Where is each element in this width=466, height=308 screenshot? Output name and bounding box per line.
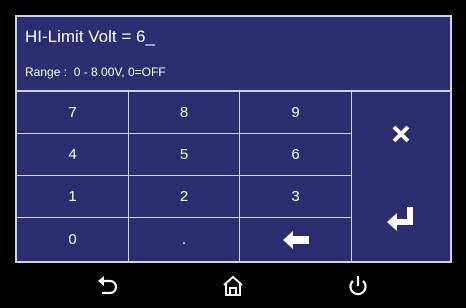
home-button[interactable] [218, 273, 248, 299]
enter-button[interactable] [352, 176, 450, 261]
key-6[interactable]: 6 [240, 134, 352, 176]
back-arrow-icon [98, 276, 118, 295]
enter-return-icon [387, 206, 413, 231]
dialog-header: HI-Limit Volt = 6_ Range : 0 - 8.00V, 0=… [17, 17, 450, 92]
home-icon [223, 275, 243, 296]
numeric-entry-dialog: HI-Limit Volt = 6_ Range : 0 - 8.00V, 0=… [15, 15, 452, 263]
key-8[interactable]: 8 [129, 92, 240, 134]
power-button[interactable] [343, 273, 373, 299]
back-button[interactable] [93, 273, 123, 299]
key-decimal[interactable]: . [129, 218, 240, 261]
key-0[interactable]: 0 [17, 218, 129, 261]
key-5[interactable]: 5 [129, 134, 240, 176]
power-icon [349, 276, 367, 296]
key-2[interactable]: 2 [129, 176, 240, 218]
clear-button[interactable] [352, 92, 450, 176]
close-x-icon [392, 125, 410, 143]
key-3[interactable]: 3 [240, 176, 352, 218]
key-1[interactable]: 1 [17, 176, 129, 218]
key-4[interactable]: 4 [17, 134, 129, 176]
bottom-navigation-bar [0, 263, 466, 308]
backspace-button[interactable] [240, 218, 352, 261]
value-display: HI-Limit Volt = 6_ [25, 27, 155, 46]
left-arrow-icon [282, 230, 309, 249]
key-7[interactable]: 7 [17, 92, 129, 134]
key-9[interactable]: 9 [240, 92, 352, 134]
numeric-keypad: 7 8 9 4 5 6 1 2 3 0 . [17, 92, 450, 261]
range-hint: Range : 0 - 8.00V, 0=OFF [25, 65, 166, 79]
